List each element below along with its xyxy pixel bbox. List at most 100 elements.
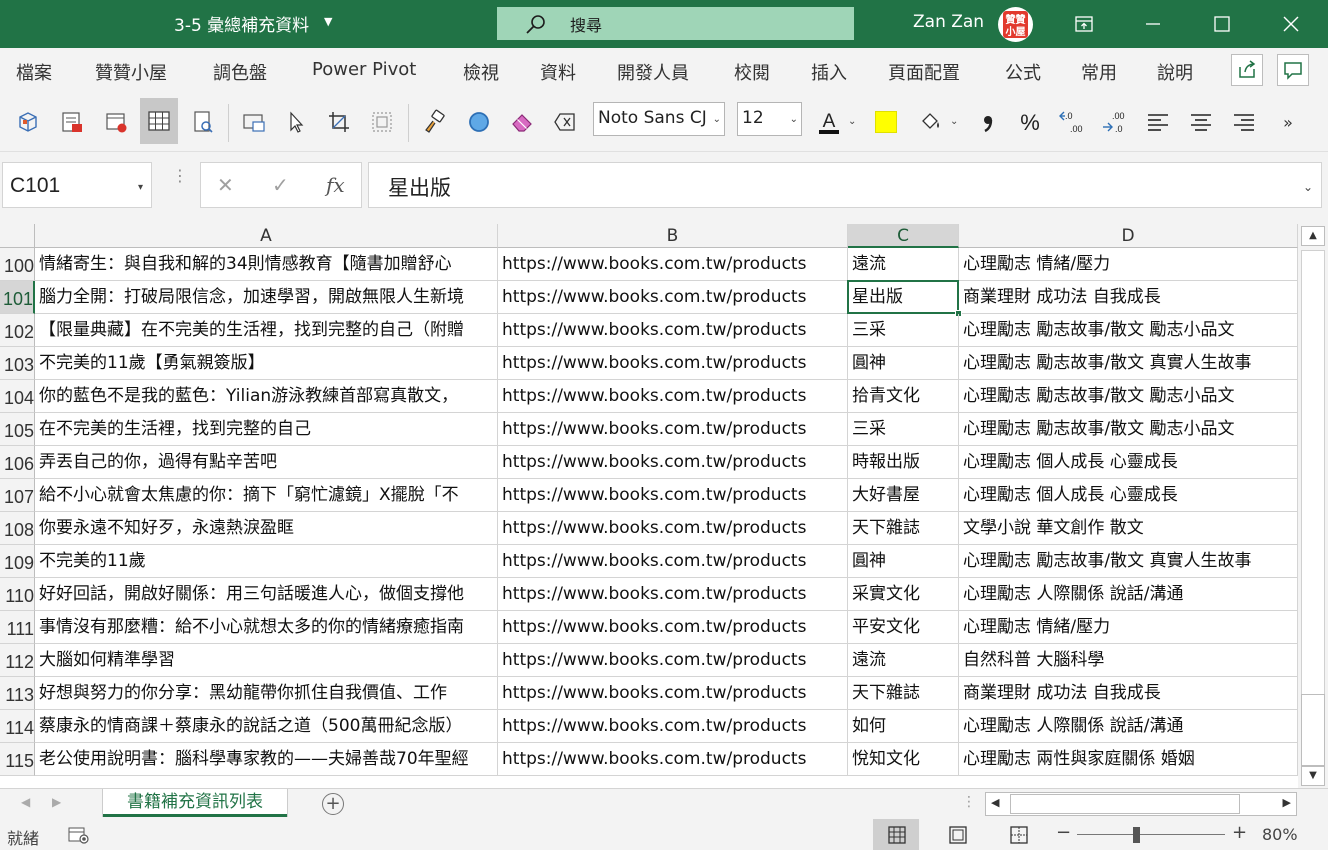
cell-url[interactable]: https://www.books.com.tw/products bbox=[498, 512, 848, 545]
tab-insert[interactable]: 插入 bbox=[811, 59, 847, 85]
cell-url[interactable]: https://www.books.com.tw/products bbox=[498, 677, 848, 710]
cell-publisher[interactable]: 天下雜誌 bbox=[848, 512, 959, 545]
cell-title[interactable]: 弄丟自己的你，過得有點辛苦吧 bbox=[35, 446, 498, 479]
tab-next-icon[interactable]: ▶ bbox=[52, 795, 61, 809]
cell-title[interactable]: 不完美的11歲 bbox=[35, 545, 498, 578]
cell-category[interactable]: 自然科普 大腦科學 bbox=[959, 644, 1298, 677]
share-button[interactable] bbox=[1231, 54, 1263, 86]
screenshot-icon[interactable] bbox=[238, 106, 270, 138]
cancel-icon[interactable]: ✕ bbox=[217, 173, 234, 197]
cell-title[interactable]: 你要永遠不知好歹，永遠熱淚盈眶 bbox=[35, 512, 498, 545]
group-objects-icon[interactable] bbox=[366, 106, 398, 138]
cell-category[interactable]: 商業理財 成功法 自我成長 bbox=[959, 677, 1298, 710]
cell-publisher[interactable]: 拾青文化 bbox=[848, 380, 959, 413]
cell-url[interactable]: https://www.books.com.tw/products bbox=[498, 611, 848, 644]
resize-handle-icon[interactable]: ⋮ bbox=[172, 168, 188, 184]
row-header[interactable]: 103 bbox=[0, 347, 35, 380]
cell-url[interactable]: https://www.books.com.tw/products bbox=[498, 248, 848, 281]
minimize-button[interactable] bbox=[1130, 0, 1176, 48]
clear-format-icon[interactable] bbox=[549, 106, 581, 138]
chevron-down-icon[interactable]: ⌄ bbox=[950, 116, 958, 127]
font-color-icon[interactable]: A bbox=[813, 106, 845, 138]
spreadsheet-grid[interactable]: A B C D 100 情緒寄生：與自我和解的34則情感教育【隨書加贈舒心 http… bbox=[0, 224, 1298, 788]
fill-color-icon[interactable] bbox=[914, 106, 946, 138]
decrease-decimal-icon[interactable]: .00.0 bbox=[1099, 106, 1131, 138]
normal-view-button[interactable] bbox=[873, 819, 919, 850]
cell-publisher[interactable]: 如何 bbox=[848, 710, 959, 743]
cell-title[interactable]: 在不完美的生活裡，找到完整的自己 bbox=[35, 413, 498, 446]
column-header-a[interactable]: A bbox=[35, 224, 498, 248]
cell-title[interactable]: 【限量典藏】在不完美的生活裡，找到完整的自己（附贈 bbox=[35, 314, 498, 347]
scroll-up-icon[interactable]: ▲ bbox=[1301, 226, 1325, 246]
row-header[interactable]: 112 bbox=[0, 644, 35, 677]
row-header[interactable]: 115 bbox=[0, 743, 35, 776]
cell-url[interactable]: https://www.books.com.tw/products bbox=[498, 413, 848, 446]
tab-prev-icon[interactable]: ◀ bbox=[21, 795, 30, 809]
row-header[interactable]: 111 bbox=[0, 611, 35, 644]
sheet-tab-active[interactable]: 書籍補充資訊列表 bbox=[103, 789, 287, 817]
row-header[interactable]: 100 bbox=[0, 248, 35, 281]
comma-style-icon[interactable] bbox=[972, 106, 1004, 138]
column-header-d[interactable]: D bbox=[959, 224, 1298, 248]
cell-url[interactable]: https://www.books.com.tw/products bbox=[498, 578, 848, 611]
cell-url[interactable]: https://www.books.com.tw/products bbox=[498, 644, 848, 677]
avatar[interactable]: 贊贊 小屋 bbox=[998, 7, 1033, 42]
zoom-slider-thumb[interactable] bbox=[1133, 827, 1140, 843]
tab-power-pivot[interactable]: Power Pivot bbox=[312, 59, 416, 80]
tab-data[interactable]: 資料 bbox=[540, 59, 576, 85]
row-header[interactable]: 110 bbox=[0, 578, 35, 611]
row-header[interactable]: 114 bbox=[0, 710, 35, 743]
horizontal-scrollbar[interactable]: ◀ ▶ bbox=[985, 792, 1297, 816]
cell-category[interactable]: 心理勵志 個人成長 心靈成長 bbox=[959, 446, 1298, 479]
cell-title[interactable]: 腦力全開：打破局限信念，加速學習，開啟無限人生新境 bbox=[35, 281, 498, 314]
cell-title[interactable]: 好好回話，開啟好關係：用三句話暖進人心，做個支撐他 bbox=[35, 578, 498, 611]
crop-icon[interactable] bbox=[323, 106, 355, 138]
tab-split-handle-icon[interactable]: ⋮ bbox=[962, 794, 976, 810]
cell-url[interactable]: https://www.books.com.tw/products bbox=[498, 380, 848, 413]
cell-category[interactable]: 心理勵志 情緒/壓力 bbox=[959, 248, 1298, 281]
cell-title[interactable]: 老公使用說明書：腦科學專家教的——夫婦善哉70年聖經 bbox=[35, 743, 498, 776]
cell-title[interactable]: 大腦如何精準學習 bbox=[35, 644, 498, 677]
zoom-level[interactable]: 80% bbox=[1262, 825, 1298, 844]
tab-help[interactable]: 說明 bbox=[1157, 59, 1193, 85]
cell-category[interactable]: 心理勵志 情緒/壓力 bbox=[959, 611, 1298, 644]
ribbon-display-button[interactable] bbox=[1061, 0, 1107, 48]
search-box[interactable]: 搜尋 bbox=[497, 7, 854, 40]
font-size-select[interactable]: 12 ⌄ bbox=[737, 102, 802, 136]
tab-home[interactable]: 常用 bbox=[1081, 59, 1117, 85]
align-right-icon[interactable] bbox=[1228, 106, 1260, 138]
tab-zanzan[interactable]: 贊贊小屋 bbox=[95, 59, 167, 85]
grid-lines-icon[interactable] bbox=[140, 98, 178, 144]
user-name[interactable]: Zan Zan bbox=[913, 12, 984, 32]
insert-function-icon[interactable]: fx bbox=[326, 173, 345, 197]
print-preview-icon[interactable] bbox=[187, 106, 219, 138]
cell-publisher[interactable]: 平安文化 bbox=[848, 611, 959, 644]
title-dropdown-icon[interactable]: ▼ bbox=[324, 15, 332, 28]
cell-category[interactable]: 心理勵志 人際關係 說話/溝通 bbox=[959, 578, 1298, 611]
cell-category[interactable]: 心理勵志 勵志故事/散文 勵志小品文 bbox=[959, 314, 1298, 347]
page-break-view-button[interactable] bbox=[995, 819, 1041, 850]
tab-palette[interactable]: 調色盤 bbox=[213, 59, 267, 85]
comments-button[interactable] bbox=[1277, 54, 1309, 86]
cell-publisher[interactable]: 采實文化 bbox=[848, 578, 959, 611]
select-pointer-icon[interactable] bbox=[280, 106, 312, 138]
zoom-slider-track[interactable] bbox=[1077, 834, 1225, 835]
cell-category[interactable]: 心理勵志 個人成長 心靈成長 bbox=[959, 479, 1298, 512]
tab-page-layout[interactable]: 頁面配置 bbox=[888, 59, 960, 85]
cell-publisher[interactable]: 三采 bbox=[848, 314, 959, 347]
column-header-c[interactable]: C bbox=[848, 224, 959, 248]
page-layout-view-button[interactable] bbox=[934, 819, 980, 850]
cell-category[interactable]: 心理勵志 人際關係 說話/溝通 bbox=[959, 710, 1298, 743]
cell-category[interactable]: 文學小說 華文創作 散文 bbox=[959, 512, 1298, 545]
cell-publisher[interactable]: 三采 bbox=[848, 413, 959, 446]
scroll-left-icon[interactable]: ◀ bbox=[991, 796, 999, 809]
cell-publisher[interactable]: 時報出版 bbox=[848, 446, 959, 479]
column-header-b[interactable]: B bbox=[498, 224, 848, 248]
cell-category[interactable]: 心理勵志 勵志故事/散文 勵志小品文 bbox=[959, 380, 1298, 413]
chevron-down-icon[interactable]: ⌄ bbox=[848, 116, 856, 127]
cell-category[interactable]: 心理勵志 勵志故事/散文 勵志小品文 bbox=[959, 413, 1298, 446]
cell-publisher[interactable]: 遠流 bbox=[848, 248, 959, 281]
cell-url[interactable]: https://www.books.com.tw/products bbox=[498, 446, 848, 479]
format-painter-icon[interactable] bbox=[418, 106, 450, 138]
row-header[interactable]: 108 bbox=[0, 512, 35, 545]
